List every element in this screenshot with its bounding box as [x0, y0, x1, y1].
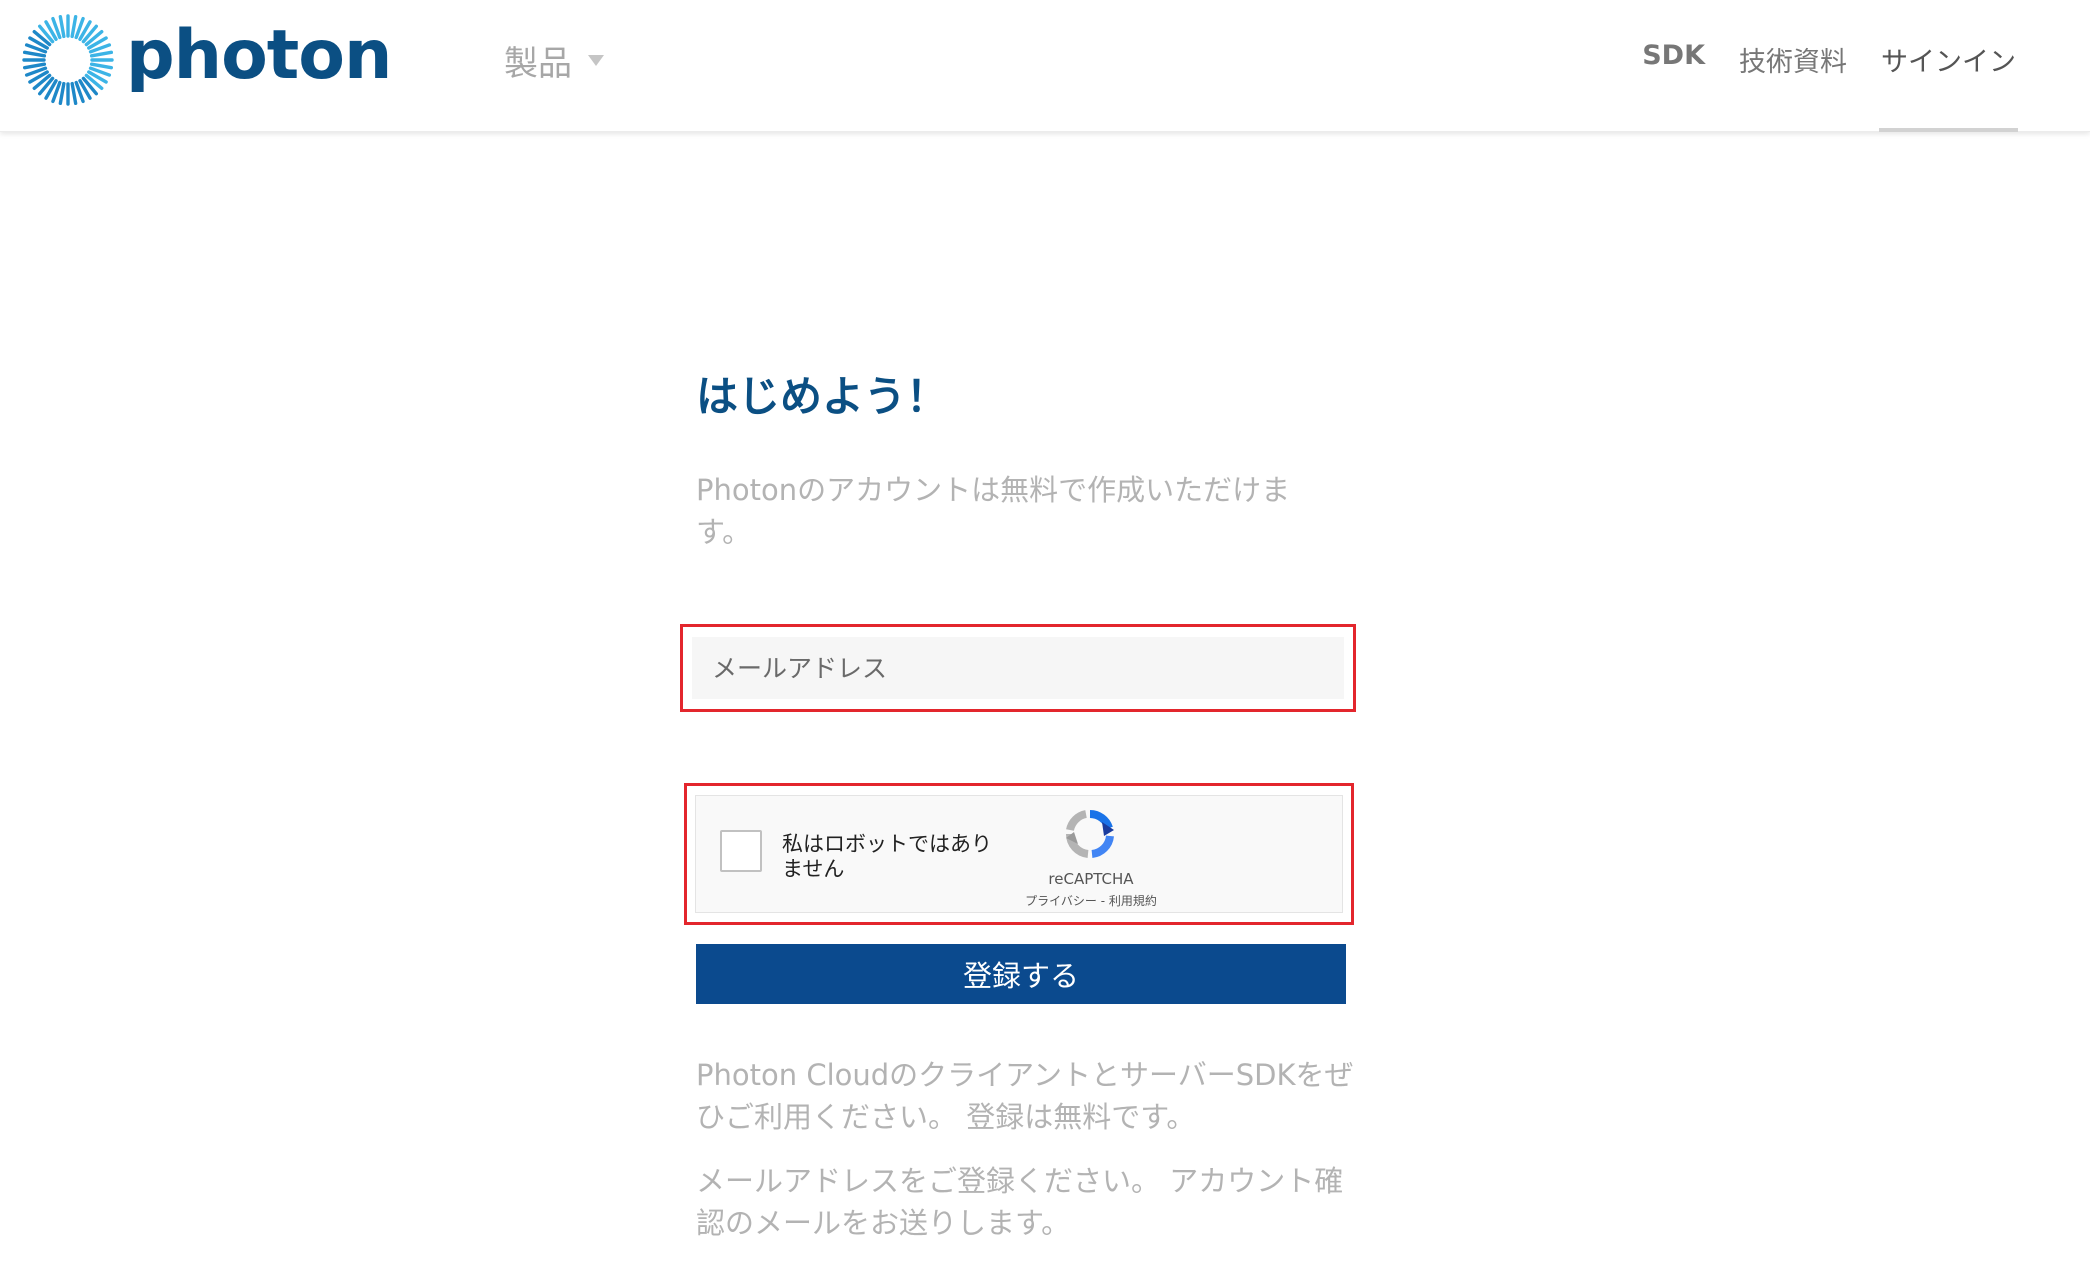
recaptcha-privacy-link[interactable]: プライバシー — [1025, 894, 1097, 908]
products-menu[interactable]: 製品 — [504, 38, 604, 84]
caret-down-icon — [588, 54, 604, 66]
description-sdk: Photon CloudのクライアントとサーバーSDKをぜひご利用ください。 登… — [696, 1058, 1354, 1134]
recaptcha-terms-link[interactable]: 利用規約 — [1109, 894, 1157, 908]
nav-link-sdk[interactable]: SDK — [1640, 0, 1707, 132]
top-navigation-bar: photon 製品 SDK 技術資料 サインイン — [0, 0, 2090, 132]
products-menu-label: 製品 — [504, 43, 572, 84]
recaptcha-widget: 私はロボットではありません reCAPTCHA プライバシー - 利用規約 — [695, 795, 1343, 913]
email-input[interactable] — [692, 637, 1344, 699]
recaptcha-brand-text: reCAPTCHA — [1048, 870, 1134, 888]
captcha-highlight: 私はロボットではありません reCAPTCHA プライバシー - 利用規約 — [684, 783, 1354, 925]
nav-link-signin[interactable]: サインイン — [1879, 0, 2018, 132]
email-field-highlight — [680, 624, 1356, 712]
intro-text: Photonのアカウントは無料で作成いただけます。 — [696, 472, 1291, 549]
description-email-confirm: メールアドレスをご登録ください。 アカウント確認のメールをお送りします。 — [696, 1164, 1344, 1240]
logo-wordmark: photon — [126, 16, 392, 95]
header-nav-links: SDK 技術資料 サインイン — [1610, 0, 2018, 132]
photon-logo[interactable]: photon — [22, 14, 392, 106]
photon-sun-icon — [22, 14, 114, 106]
recaptcha-checkbox[interactable] — [720, 830, 762, 872]
page-title: はじめよう！ — [696, 372, 949, 421]
recaptcha-logo-icon — [1065, 810, 1114, 858]
recaptcha-links: プライバシー - 利用規約 — [986, 892, 1196, 909]
signup-form-section: はじめよう！ Photonのアカウントは無料で作成いただけます。 私はロボットで… — [680, 370, 1356, 1240]
register-button[interactable]: 登録する — [696, 944, 1346, 1004]
recaptcha-label: 私はロボットではありません — [782, 832, 992, 881]
recaptcha-link-separator: - — [1096, 894, 1109, 908]
nav-link-docs[interactable]: 技術資料 — [1737, 0, 1849, 132]
